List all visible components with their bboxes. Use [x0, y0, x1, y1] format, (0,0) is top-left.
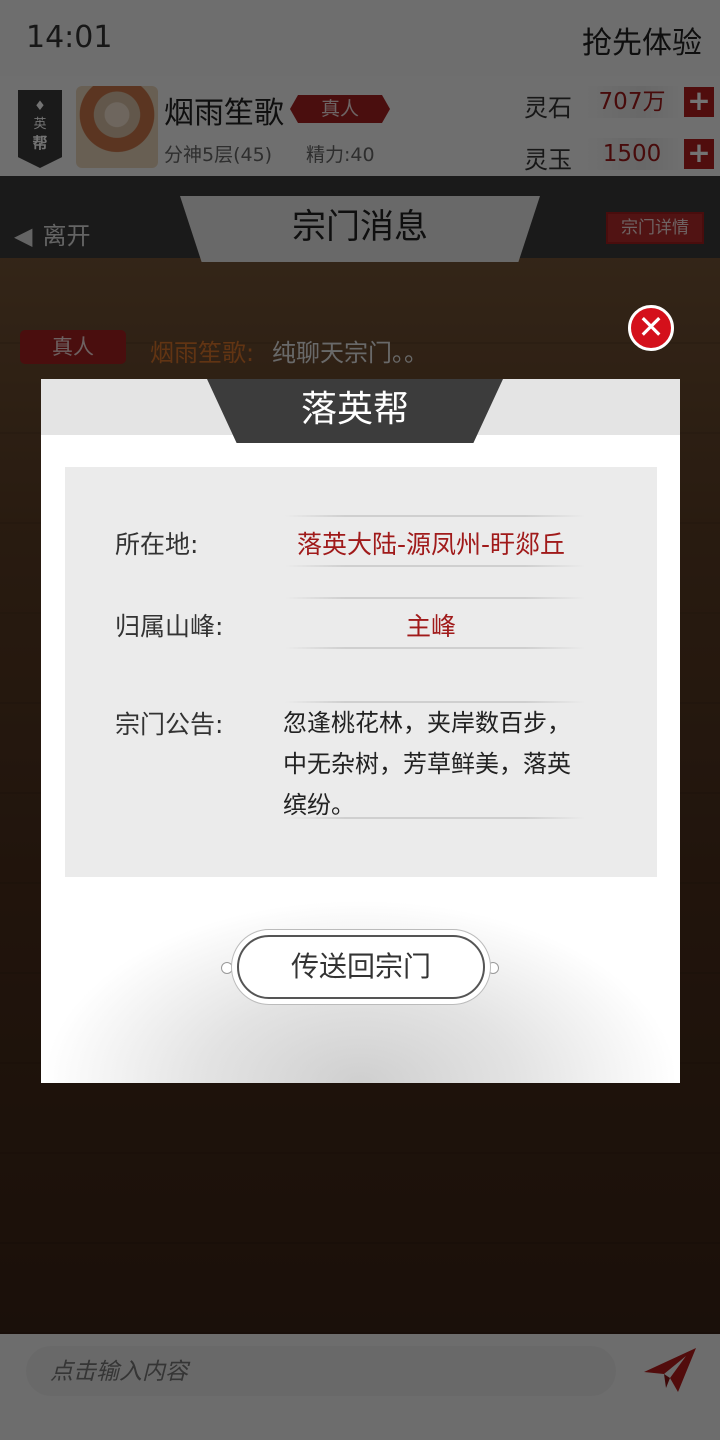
player-name: 烟雨笙歌: [164, 96, 284, 131]
sect-banner-icon[interactable]: ♦ 英 帮: [18, 90, 62, 168]
button-ornament: [487, 962, 499, 974]
early-access-label[interactable]: 抢先体验: [582, 18, 702, 62]
notice-label: 宗门公告:: [115, 710, 224, 739]
player-energy: 精力:40: [306, 144, 375, 166]
button-ornament: [221, 962, 233, 974]
divider: [285, 597, 585, 599]
divider: [285, 515, 585, 517]
player-bar: ♦ 英 帮 烟雨笙歌 真人 分神5层(45) 精力:40 灵石 707万 + 灵…: [0, 76, 720, 176]
message-rank-badge: 真人: [20, 330, 126, 364]
close-icon: ✕: [637, 308, 665, 346]
sect-details-button[interactable]: 宗门详情: [606, 212, 704, 244]
close-button[interactable]: ✕: [628, 305, 674, 351]
location-value: 落英大陆-源凤州-盱郯丘: [296, 530, 566, 559]
peak-label: 归属山峰:: [115, 612, 224, 641]
divider: [285, 565, 585, 567]
status-time: 14:01: [26, 20, 113, 55]
notice-text: 忽逢桃花林，夹岸数百步，中无杂树，芳草鲜美，落英缤纷。: [283, 709, 571, 819]
paper-plane-icon[interactable]: [640, 1342, 700, 1398]
plus-icon: +: [687, 84, 711, 117]
status-bar: 14:01 抢先体验: [0, 0, 720, 76]
banner-big-text: 帮: [32, 134, 48, 152]
sect-info-modal: 落英帮 所在地: 落英大陆-源凤州-盱郯丘 归属山峰: 主峰 宗门公告: 忽逢桃…: [41, 379, 680, 1083]
sect-info-panel: 所在地: 落英大陆-源凤州-盱郯丘 归属山峰: 主峰 宗门公告: 忽逢桃花林，夹…: [65, 467, 657, 877]
banner-small-text: 英: [33, 117, 47, 132]
spirit-jade-label: 灵玉: [524, 146, 572, 174]
add-spirit-stone-button[interactable]: +: [684, 87, 714, 117]
plus-icon: +: [687, 136, 711, 169]
peak-value: 主峰: [405, 612, 456, 641]
location-label: 所在地:: [115, 530, 199, 559]
chat-input[interactable]: [26, 1346, 616, 1396]
chat-input-bar: [0, 1334, 720, 1440]
rank-badge: 真人: [290, 95, 390, 123]
page-title: 宗门消息: [180, 196, 540, 262]
avatar[interactable]: [76, 86, 158, 168]
player-level: 分神5层(45): [164, 144, 273, 166]
message-sender[interactable]: 烟雨笙歌:: [150, 333, 254, 368]
add-spirit-jade-button[interactable]: +: [684, 139, 714, 169]
leave-label: 离开: [42, 222, 91, 250]
divider: [285, 817, 585, 819]
spirit-stone-value: 707万: [580, 86, 684, 118]
message-text: 纯聊天宗门。。: [272, 339, 428, 367]
spirit-stone-label: 灵石: [524, 94, 572, 122]
teleport-to-sect-button[interactable]: 传送回宗门: [237, 935, 485, 999]
back-arrow-icon: ◀: [14, 222, 33, 250]
divider: [285, 647, 585, 649]
leave-button[interactable]: ◀ 离开: [14, 216, 90, 251]
modal-title: 落英帮: [207, 379, 503, 443]
spirit-jade-value: 1500: [580, 138, 684, 170]
